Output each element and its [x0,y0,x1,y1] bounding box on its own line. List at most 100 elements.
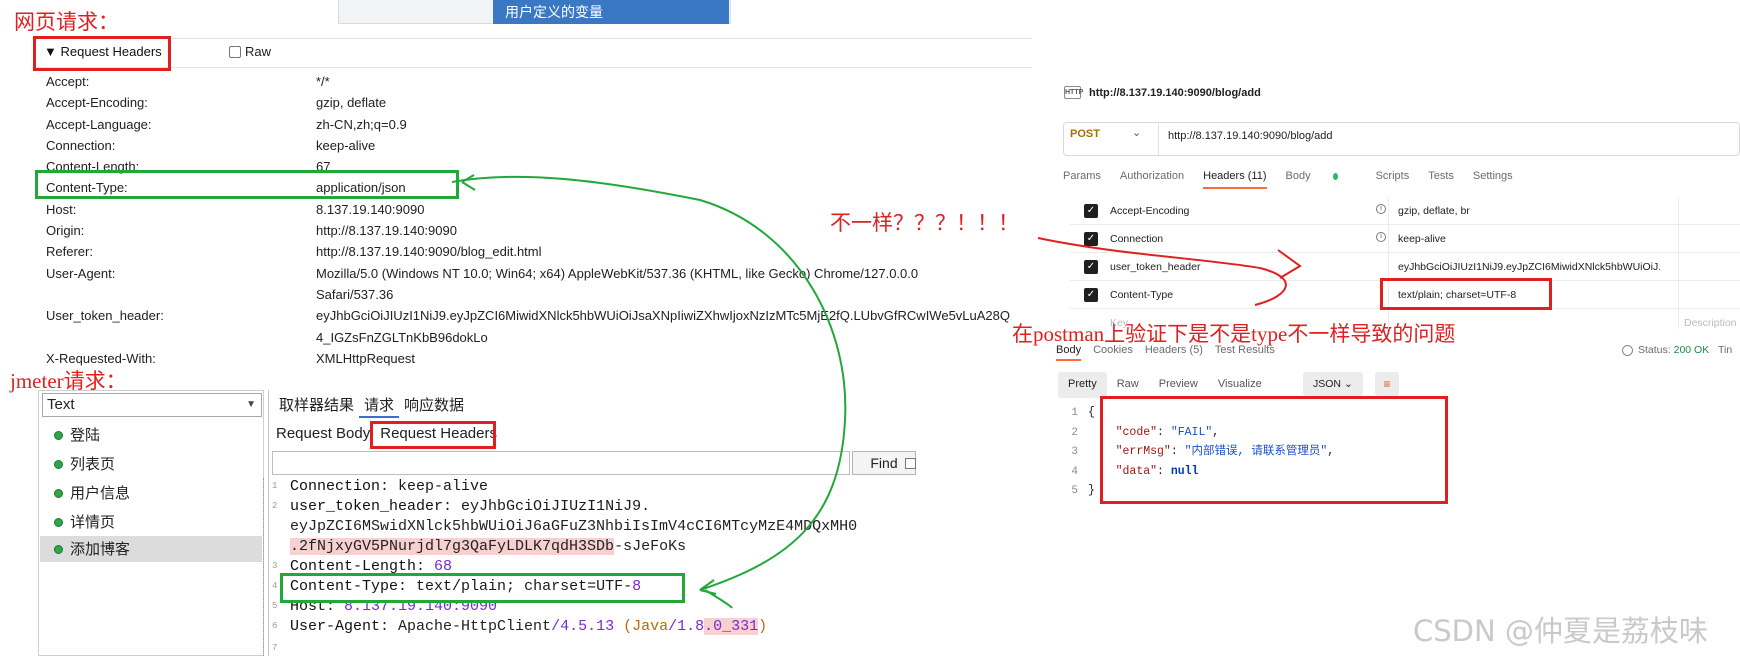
globe-icon[interactable] [1622,344,1633,356]
json-line: 5} [1062,481,1095,501]
search-input[interactable] [272,451,850,475]
chevron-down-icon: ⌄ [1343,378,1353,390]
response-tabs: Body Cookies Headers (5) Test Results [1056,344,1287,361]
header-value: 8.137.19.140:9090 [316,201,425,217]
tab-headers[interactable]: Headers (11) [1203,170,1267,189]
tab-pretty[interactable]: Pretty [1058,372,1107,398]
wrap-lines-icon[interactable]: ≡ [1375,372,1399,396]
header-value: keep-alive [316,137,376,153]
header-row: Connection: keep-alive [46,135,1046,156]
url-input[interactable]: http://8.137.19.140:9090/blog/add [1168,130,1333,142]
checkbox-checked-icon[interactable]: ✓ [1084,204,1098,218]
tree-item-selected[interactable]: 添加博客 [40,536,262,562]
key-placeholder[interactable]: Key [1110,317,1128,329]
header-value[interactable]: keep-alive [1398,233,1446,245]
checkbox-checked-icon[interactable]: ✓ [1084,260,1098,274]
tab-raw[interactable]: Raw [1107,372,1149,398]
checkbox-checked-icon[interactable]: ✓ [1084,288,1098,302]
header-row: Accept-Encoding: gzip, deflate [46,92,1046,113]
find-option-checkbox[interactable] [905,458,916,469]
tab-authorization[interactable]: Authorization [1120,170,1184,189]
code-scroll-gutter[interactable] [263,478,269,656]
tab-test-results[interactable]: Test Results [1215,344,1275,361]
tab-visualize[interactable]: Visualize [1208,372,1272,398]
header-value: http://8.137.19.140:9090/blog_edit.html [316,244,542,260]
result-tabs: 取样器结果 请求 响应数据 [274,392,469,418]
line-number: 5 [1071,485,1078,497]
header-name: User_token_header: [46,308,164,324]
header-table-row: ✓ Accept-Encoding i gzip, deflate, br [1070,197,1740,225]
http-icon: HTTP [1064,86,1083,99]
header-value: gzip, deflate [316,95,387,111]
line-number: 6 [272,621,278,632]
header-value: XMLHttpRequest [316,350,415,366]
header-key[interactable]: Accept-Encoding [1110,205,1189,217]
header-key[interactable]: Content-Type [1110,289,1173,301]
format-select[interactable]: JSON ⌄ [1303,372,1363,396]
header-value: */* [316,74,330,89]
tab-sampler-result[interactable]: 取样器结果 [274,392,359,418]
postman-content-type-highlight [1380,278,1552,310]
renderer-select[interactable]: Text ▼ [42,393,262,417]
header-table-row: ✓ Connection i keep-alive [1070,225,1740,253]
chevron-down-icon: ▼ [246,399,256,410]
tab-request[interactable]: 请求 [359,392,400,418]
header-name: Accept: [46,74,90,89]
tab-settings[interactable]: Settings [1473,170,1513,189]
header-name: Host: [46,201,77,217]
header-value: keep-alive [398,478,489,495]
info-icon[interactable]: i [1376,204,1386,214]
header-row: Referer: http://8.137.19.140:9090/blog_ed… [46,241,1046,262]
response-view-tabs: Pretty Raw Preview Visualize [1058,372,1272,398]
tab-response-body[interactable]: Body [1056,344,1082,361]
status-time-label: Tin [1717,344,1733,356]
user-defined-variables-tab[interactable]: 用户定义的变量 [493,0,729,24]
header-name: User-Agent: [46,265,116,281]
tree-item[interactable]: 登陆 [40,422,262,448]
tree-item-label: 列表页 [70,455,116,473]
tree-item-label: 登陆 [70,426,101,444]
header-key: user_token_header [290,498,444,515]
header-value-version: /1.8 [668,618,705,635]
tab-body[interactable]: Body [1286,170,1357,189]
tab-response-data[interactable]: 响应数据 [399,392,469,418]
tab-request-body[interactable]: Request Body [274,420,372,447]
raw-label: Raw [245,44,272,59]
tab-cookies[interactable]: Cookies [1093,344,1133,361]
line-number: 3 [272,561,278,572]
tab-preview[interactable]: Preview [1149,372,1208,398]
content-type-highlight-browser [35,170,459,199]
jmeter-request-headers-highlight [370,421,496,449]
raw-checkbox[interactable] [229,45,241,58]
header-key[interactable]: Connection [1110,233,1163,245]
code-line: eyJpZCI6MSwidXNlck5hbWUiOiJ6aGFuZ3NhbiIs… [290,518,857,535]
tab-scripts[interactable]: Scripts [1376,170,1410,189]
code-line: 6 User-Agent: Apache-HttpClient/4.5.13 (J… [272,618,768,635]
format-select-value: JSON [1313,378,1342,390]
tab-response-headers[interactable]: Headers (5) [1145,344,1203,361]
header-value[interactable]: gzip, deflate, br [1398,205,1470,217]
header-value: Mozilla/5.0 (Windows NT 10.0; Win64; x64… [316,265,919,302]
code-line: 1 Connection: keep-alive [272,478,489,495]
description-placeholder[interactable]: Description [1684,317,1737,329]
tree-item[interactable]: 列表页 [40,451,262,477]
tree-item[interactable]: 详情页 [40,509,262,535]
tab-params[interactable]: Params [1063,170,1101,189]
info-icon[interactable]: i [1376,232,1386,242]
header-value-version-highlight: .0_331 [704,618,759,635]
header-value[interactable]: eyJhbGciOiJIUzI1NiJ9.eyJpZCI6MiwidXNlck5… [1398,261,1660,273]
chevron-down-icon[interactable]: ⌄ [1132,126,1141,139]
header-key[interactable]: user_token_header [1110,261,1201,273]
line-number: 2 [272,501,278,512]
success-shield-icon [54,489,63,498]
tab-tests[interactable]: Tests [1428,170,1454,189]
line-number: 7 [272,643,278,654]
request-tabs: Params Authorization Headers (11) Body S… [1063,170,1532,189]
success-shield-icon [54,545,63,554]
checkbox-checked-icon[interactable]: ✓ [1084,232,1098,246]
code-line: 2 user_token_header: eyJhbGciOiJIUzI1NiJ9… [272,498,651,515]
header-table-row: ✓ user_token_header eyJhbGciOiJIUzI1NiJ9.e… [1070,253,1740,281]
raw-toggle[interactable]: Raw [229,44,271,59]
tree-item[interactable]: 用户信息 [40,480,262,506]
method-select[interactable]: POST [1070,128,1100,140]
